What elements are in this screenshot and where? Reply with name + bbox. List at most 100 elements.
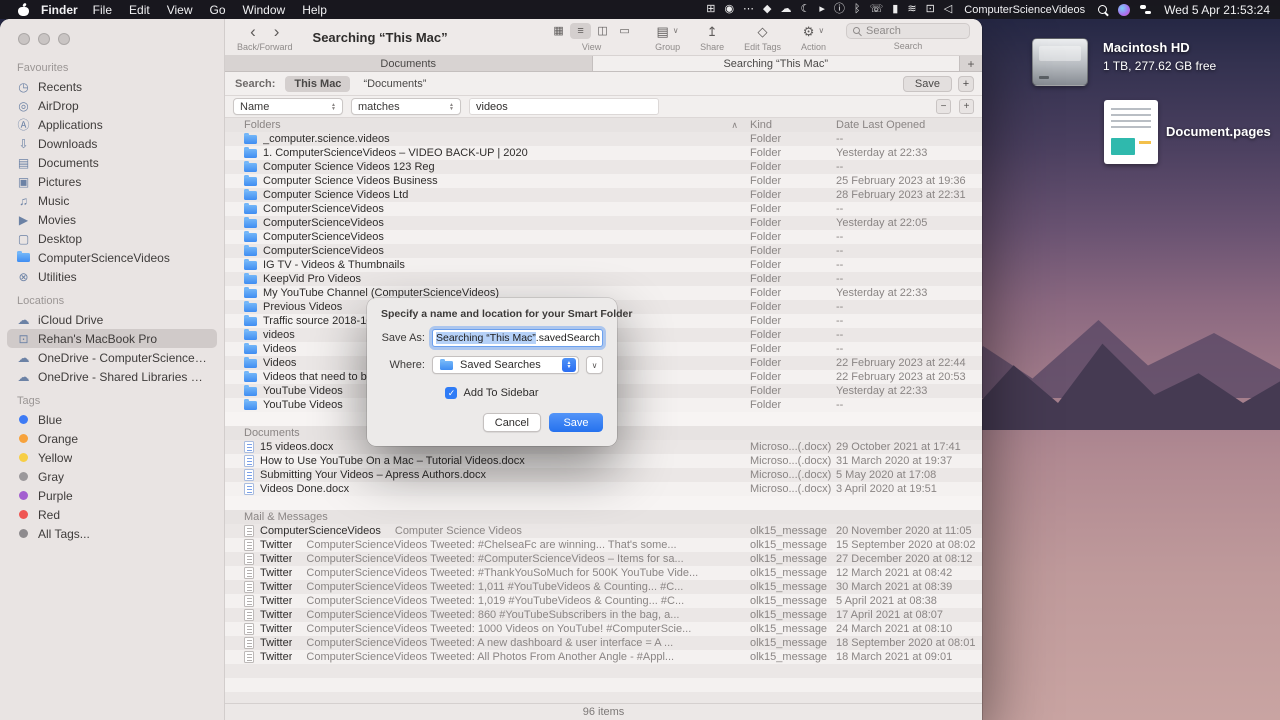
list-row[interactable]: IG TV - Videos & Thumbnails Folder -- bbox=[225, 258, 982, 272]
do-not-disturb-icon[interactable]: ☾ bbox=[801, 4, 811, 15]
list-row[interactable]: Twitter ComputerScienceVideos Tweeted: #T… bbox=[225, 566, 982, 580]
display-icon[interactable]: ⊡ bbox=[926, 4, 935, 15]
info-icon[interactable]: ⓘ bbox=[834, 4, 845, 15]
list-row[interactable]: Twitter ComputerScienceVideos Tweeted: #C… bbox=[225, 538, 982, 552]
sidebar-item-red[interactable]: Red bbox=[7, 505, 217, 524]
battery-icon[interactable]: ▮ bbox=[892, 4, 898, 15]
list-row[interactable]: Twitter ComputerScienceVideos Tweeted: #C… bbox=[225, 552, 982, 566]
cancel-button[interactable]: Cancel bbox=[482, 413, 541, 432]
phone-icon[interactable]: ☏ bbox=[870, 4, 884, 15]
list-row[interactable]: How to Use YouTube On a Mac – Tutorial V… bbox=[225, 454, 982, 468]
bluetooth-icon[interactable]: ᛒ bbox=[854, 4, 861, 15]
save-search-button[interactable]: Save bbox=[902, 75, 952, 92]
list-row[interactable]: Twitter ComputerScienceVideos Tweeted: Al… bbox=[225, 650, 982, 664]
list-row[interactable]: KeepVid Pro Videos Folder -- bbox=[225, 272, 982, 286]
sidebar-item-onedrive-computersciencevideos[interactable]: ☁ OneDrive - ComputerScienceVideos bbox=[7, 348, 217, 367]
menu-finder[interactable]: Finder bbox=[41, 3, 78, 17]
where-popup[interactable]: Saved Searches ▲ ▼ bbox=[432, 356, 579, 374]
gallery-view-icon[interactable]: ▭ bbox=[614, 23, 635, 39]
share-button[interactable]: ↥ Share bbox=[700, 23, 724, 52]
add-to-sidebar-checkbox[interactable]: ✓ bbox=[445, 387, 458, 399]
sidebar-item-desktop[interactable]: ▢ Desktop bbox=[7, 229, 217, 248]
app-status-icon[interactable]: ◆ bbox=[763, 4, 771, 15]
add-scope-button[interactable]: + bbox=[958, 75, 974, 92]
cloud-sync-icon[interactable]: ☁ bbox=[781, 4, 792, 15]
column-view-icon[interactable]: ◫ bbox=[592, 23, 613, 39]
window-manager-icon[interactable]: ⊞ bbox=[706, 4, 715, 15]
more-options-icon[interactable]: ⋯ bbox=[743, 4, 754, 15]
screen-record-icon[interactable]: ▸ bbox=[819, 4, 825, 15]
tab-searching-this-mac[interactable]: Searching “This Mac” bbox=[592, 56, 960, 71]
disclosure-button[interactable]: ∨ bbox=[586, 356, 603, 374]
sidebar-item-gray[interactable]: Gray bbox=[7, 467, 217, 486]
group-button[interactable]: ▤ ∨ Group bbox=[655, 23, 680, 52]
sidebar-item-downloads[interactable]: ⇩ Downloads bbox=[7, 134, 217, 153]
list-row[interactable]: ComputerScienceVideos Computer Science Vi… bbox=[225, 524, 982, 538]
menu-file[interactable]: File bbox=[93, 3, 112, 17]
list-view-icon[interactable]: ≡ bbox=[570, 23, 592, 39]
list-row[interactable]: Twitter ComputerScienceVideos Tweeted: 86… bbox=[225, 608, 982, 622]
icon-view-icon[interactable]: ▦ bbox=[548, 23, 569, 39]
desktop-item-document-pages[interactable]: Document.pages bbox=[1104, 100, 1271, 164]
list-row[interactable]: Computer Science Videos Ltd Folder 28 Febr… bbox=[225, 188, 982, 202]
sidebar-item-onedrive-shared-libraries-comp[interactable]: ☁ OneDrive - Shared Libraries – Comp... bbox=[7, 367, 217, 386]
close-button[interactable] bbox=[18, 33, 30, 45]
list-row[interactable]: _computer.science.videos Folder -- bbox=[225, 132, 982, 146]
action-button[interactable]: ⚙ ∨ Action bbox=[801, 23, 826, 52]
sidebar-item-rehan-s-macbook-pro[interactable]: ⊡ Rehan's MacBook Pro bbox=[7, 329, 217, 348]
sidebar-item-orange[interactable]: Orange bbox=[7, 429, 217, 448]
list-row[interactable]: 1. ComputerScienceVideos – VIDEO BACK-UP… bbox=[225, 146, 982, 160]
new-tab-button[interactable]: + bbox=[960, 56, 982, 71]
list-row[interactable]: Twitter ComputerScienceVideos Tweeted: A … bbox=[225, 636, 982, 650]
list-row[interactable]: Twitter ComputerScienceVideos Tweeted: 1,… bbox=[225, 580, 982, 594]
forward-button[interactable]: › bbox=[267, 23, 287, 40]
sidebar-item-recents[interactable]: ◷ Recents bbox=[7, 77, 217, 96]
edit-tags-button[interactable]: ◇ Edit Tags bbox=[744, 23, 781, 52]
menu-window[interactable]: Window bbox=[243, 3, 286, 17]
sidebar-item-airdrop[interactable]: ◎ AirDrop bbox=[7, 96, 217, 115]
sidebar-item-all-tags[interactable]: All Tags... bbox=[7, 524, 217, 543]
sidebar-item-blue[interactable]: Blue bbox=[7, 410, 217, 429]
siri-icon[interactable] bbox=[1118, 3, 1131, 16]
menubar-clock[interactable]: Wed 5 Apr 21:53:24 bbox=[1164, 3, 1270, 17]
menu-view[interactable]: View bbox=[167, 3, 193, 17]
scope-this-mac[interactable]: This Mac bbox=[285, 75, 351, 92]
list-row[interactable]: Computer Science Videos Business Folder 25… bbox=[225, 174, 982, 188]
apple-menu-icon[interactable] bbox=[18, 3, 29, 17]
menubar-status-text[interactable]: ComputerScienceVideos bbox=[964, 4, 1085, 16]
save-button[interactable]: Save bbox=[549, 413, 603, 432]
sidebar-item-movies[interactable]: ▶ Movies bbox=[7, 210, 217, 229]
list-row[interactable]: ComputerScienceVideos Folder -- bbox=[225, 244, 982, 258]
wifi-icon[interactable]: ≋ bbox=[907, 4, 916, 15]
remove-criterion-button[interactable]: − bbox=[936, 99, 951, 114]
list-row[interactable]: Computer Science Videos 123 Reg Folder -- bbox=[225, 160, 982, 174]
sidebar-item-computersciencevideos[interactable]: ComputerScienceVideos bbox=[7, 248, 217, 267]
sidebar-item-applications[interactable]: Ⓐ Applications bbox=[7, 115, 217, 134]
desktop-item-macintosh-hd[interactable]: Macintosh HD 1 TB, 277.62 GB free bbox=[1032, 38, 1216, 86]
scope-documents[interactable]: “Documents” bbox=[354, 76, 435, 92]
sidebar-item-music[interactable]: ♫ Music bbox=[7, 191, 217, 210]
volume-icon[interactable]: ◁ bbox=[944, 4, 952, 15]
list-row[interactable]: Twitter ComputerScienceVideos Tweeted: 10… bbox=[225, 622, 982, 636]
filter-operator-select[interactable]: matches ▲ ▼ bbox=[351, 98, 461, 115]
menu-go[interactable]: Go bbox=[210, 3, 226, 17]
list-row[interactable]: Videos Done.docx Microso...(.docx) 3 April… bbox=[225, 482, 982, 496]
menu-help[interactable]: Help bbox=[302, 3, 327, 17]
sidebar-item-utilities[interactable]: ⊗ Utilities bbox=[7, 267, 217, 286]
toolbar-search-field[interactable]: Search bbox=[846, 23, 970, 39]
tab-documents[interactable]: Documents bbox=[225, 56, 593, 71]
menu-edit[interactable]: Edit bbox=[129, 3, 150, 17]
list-row[interactable]: Submitting Your Videos – Apress Authors.… bbox=[225, 468, 982, 482]
add-criterion-button[interactable]: + bbox=[959, 99, 974, 114]
filename-input[interactable]: Searching “This Mac” .savedSearch bbox=[432, 329, 603, 347]
collapse-chevron-icon[interactable]: ∧ bbox=[731, 120, 738, 131]
sidebar-item-documents[interactable]: ▤ Documents bbox=[7, 153, 217, 172]
sidebar-item-icloud-drive[interactable]: ☁ iCloud Drive bbox=[7, 310, 217, 329]
filter-value-input[interactable]: videos bbox=[469, 98, 659, 115]
list-row[interactable]: ComputerScienceVideos Folder Yesterday at … bbox=[225, 216, 982, 230]
filter-field-select[interactable]: Name ▲ ▼ bbox=[233, 98, 343, 115]
zoom-button[interactable] bbox=[58, 33, 70, 45]
sidebar-item-purple[interactable]: Purple bbox=[7, 486, 217, 505]
control-center-icon[interactable] bbox=[1139, 3, 1152, 16]
list-row[interactable]: ComputerScienceVideos Folder -- bbox=[225, 230, 982, 244]
